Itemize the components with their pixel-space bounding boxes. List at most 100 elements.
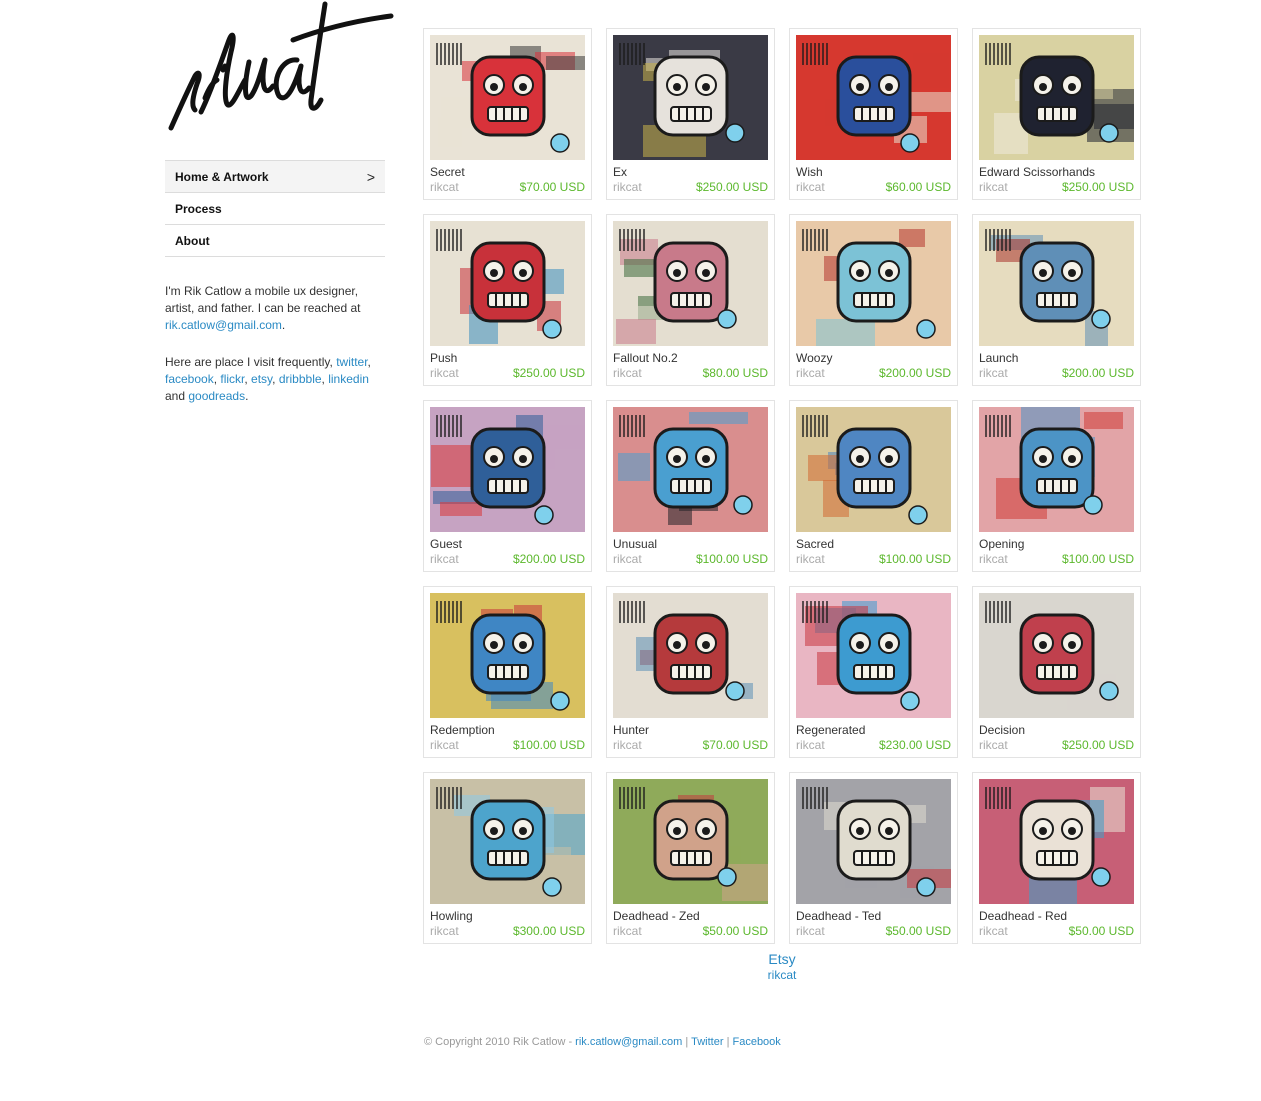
product-title[interactable]: Unusual — [613, 537, 768, 551]
product-seller: rikcat — [430, 738, 459, 752]
signature-logo-graphic — [168, 1, 394, 131]
artwork-thumbnail[interactable] — [613, 35, 768, 160]
product-card[interactable]: Regenerated rikcat $230.00 USD — [789, 586, 958, 758]
site-logo[interactable] — [165, 0, 395, 140]
product-seller: rikcat — [613, 366, 642, 380]
link-twitter[interactable]: twitter — [336, 355, 367, 369]
product-card[interactable]: Fallout No.2 rikcat $80.00 USD — [606, 214, 775, 386]
product-seller: rikcat — [613, 180, 642, 194]
product-card[interactable]: Howling rikcat $300.00 USD — [423, 772, 592, 944]
product-card[interactable]: Secret rikcat $70.00 USD — [423, 28, 592, 200]
link-etsy[interactable]: etsy — [251, 372, 272, 386]
product-title[interactable]: Fallout No.2 — [613, 351, 768, 365]
product-card[interactable]: Deadhead - Red rikcat $50.00 USD — [972, 772, 1141, 944]
product-card[interactable]: Wish rikcat $60.00 USD — [789, 28, 958, 200]
product-title[interactable]: Wish — [796, 165, 951, 179]
product-title[interactable]: Regenerated — [796, 723, 951, 737]
nav-item-about[interactable]: About — [165, 225, 385, 257]
product-card[interactable]: Launch rikcat $200.00 USD — [972, 214, 1141, 386]
product-card[interactable]: Edward Scissorhands rikcat $250.00 USD — [972, 28, 1141, 200]
product-seller: rikcat — [613, 552, 642, 566]
artwork-thumbnail[interactable] — [796, 593, 951, 718]
product-title[interactable]: Howling — [430, 909, 585, 923]
artwork-thumbnail[interactable] — [430, 593, 585, 718]
bio-email-link[interactable]: rik.catlow@gmail.com — [165, 318, 282, 332]
bio-intro-end: . — [281, 318, 286, 332]
nav-item-home-artwork[interactable]: Home & Artwork > — [165, 161, 385, 193]
product-card[interactable]: Redemption rikcat $100.00 USD — [423, 586, 592, 758]
etsy-badge[interactable]: Etsy rikcat — [423, 950, 1141, 982]
link-facebook[interactable]: facebook — [165, 372, 214, 386]
artwork-thumbnail[interactable] — [430, 221, 585, 346]
artwork-image — [613, 779, 768, 904]
artwork-thumbnail[interactable] — [979, 593, 1134, 718]
artwork-thumbnail[interactable] — [430, 407, 585, 532]
footer-separator: | — [685, 1036, 689, 1048]
etsy-brand-link[interactable]: Etsy — [423, 950, 1141, 968]
artwork-image — [613, 35, 768, 160]
artwork-thumbnail[interactable] — [796, 35, 951, 160]
artwork-thumbnail[interactable] — [613, 221, 768, 346]
product-card[interactable]: Deadhead - Ted rikcat $50.00 USD — [789, 772, 958, 944]
link-goodreads[interactable]: goodreads — [188, 389, 245, 403]
product-title[interactable]: Opening — [979, 537, 1134, 551]
artwork-thumbnail[interactable] — [979, 221, 1134, 346]
product-card[interactable]: Deadhead - Zed rikcat $50.00 USD — [606, 772, 775, 944]
product-seller: rikcat — [796, 552, 825, 566]
product-card[interactable]: Decision rikcat $250.00 USD — [972, 586, 1141, 758]
etsy-user-link[interactable]: rikcat — [423, 968, 1141, 982]
product-card[interactable]: Unusual rikcat $100.00 USD — [606, 400, 775, 572]
product-seller: rikcat — [796, 738, 825, 752]
artwork-thumbnail[interactable] — [979, 779, 1134, 904]
product-card[interactable]: Opening rikcat $100.00 USD — [972, 400, 1141, 572]
artwork-image — [613, 407, 768, 532]
product-card[interactable]: Woozy rikcat $200.00 USD — [789, 214, 958, 386]
product-price: $70.00 USD — [702, 738, 768, 752]
product-title[interactable]: Deadhead - Zed — [613, 909, 768, 923]
artwork-thumbnail[interactable] — [613, 779, 768, 904]
product-price: $100.00 USD — [1061, 552, 1134, 566]
product-title[interactable]: Woozy — [796, 351, 951, 365]
artwork-thumbnail[interactable] — [796, 779, 951, 904]
artwork-thumbnail[interactable] — [979, 35, 1134, 160]
product-card[interactable]: Sacred rikcat $100.00 USD — [789, 400, 958, 572]
artwork-thumbnail[interactable] — [613, 407, 768, 532]
link-dribbble[interactable]: dribbble — [279, 372, 322, 386]
product-title[interactable]: Launch — [979, 351, 1134, 365]
product-title[interactable]: Push — [430, 351, 585, 365]
product-title[interactable]: Ex — [613, 165, 768, 179]
product-title[interactable]: Guest — [430, 537, 585, 551]
footer-twitter-link[interactable]: Twitter — [691, 1036, 723, 1048]
product-price: $100.00 USD — [695, 552, 768, 566]
product-title[interactable]: Edward Scissorhands — [979, 165, 1134, 179]
product-price: $100.00 USD — [878, 552, 951, 566]
product-price: $50.00 USD — [885, 924, 951, 938]
nav-item-label: Process — [175, 202, 222, 216]
artwork-thumbnail[interactable] — [430, 35, 585, 160]
artwork-thumbnail[interactable] — [613, 593, 768, 718]
product-price: $70.00 USD — [519, 180, 585, 194]
product-title[interactable]: Deadhead - Ted — [796, 909, 951, 923]
product-title[interactable]: Hunter — [613, 723, 768, 737]
artwork-thumbnail[interactable] — [796, 221, 951, 346]
product-title[interactable]: Redemption — [430, 723, 585, 737]
link-linkedin[interactable]: linkedin — [328, 372, 369, 386]
product-card[interactable]: Push rikcat $250.00 USD — [423, 214, 592, 386]
product-title[interactable]: Sacred — [796, 537, 951, 551]
product-card[interactable]: Ex rikcat $250.00 USD — [606, 28, 775, 200]
footer-email-link[interactable]: rik.catlow@gmail.com — [575, 1036, 682, 1048]
artwork-thumbnail[interactable] — [430, 779, 585, 904]
artwork-image — [796, 35, 951, 160]
footer-facebook-link[interactable]: Facebook — [732, 1036, 780, 1048]
product-title[interactable]: Secret — [430, 165, 585, 179]
nav-item-process[interactable]: Process — [165, 193, 385, 225]
product-title[interactable]: Deadhead - Red — [979, 909, 1134, 923]
link-flickr[interactable]: flickr — [220, 372, 244, 386]
footer: © Copyright 2010 Rik Catlow - rik.catlow… — [424, 1036, 781, 1048]
bio: I'm Rik Catlow a mobile ux designer, art… — [165, 283, 385, 405]
product-title[interactable]: Decision — [979, 723, 1134, 737]
product-card[interactable]: Hunter rikcat $70.00 USD — [606, 586, 775, 758]
product-card[interactable]: Guest rikcat $200.00 USD — [423, 400, 592, 572]
artwork-thumbnail[interactable] — [979, 407, 1134, 532]
artwork-thumbnail[interactable] — [796, 407, 951, 532]
